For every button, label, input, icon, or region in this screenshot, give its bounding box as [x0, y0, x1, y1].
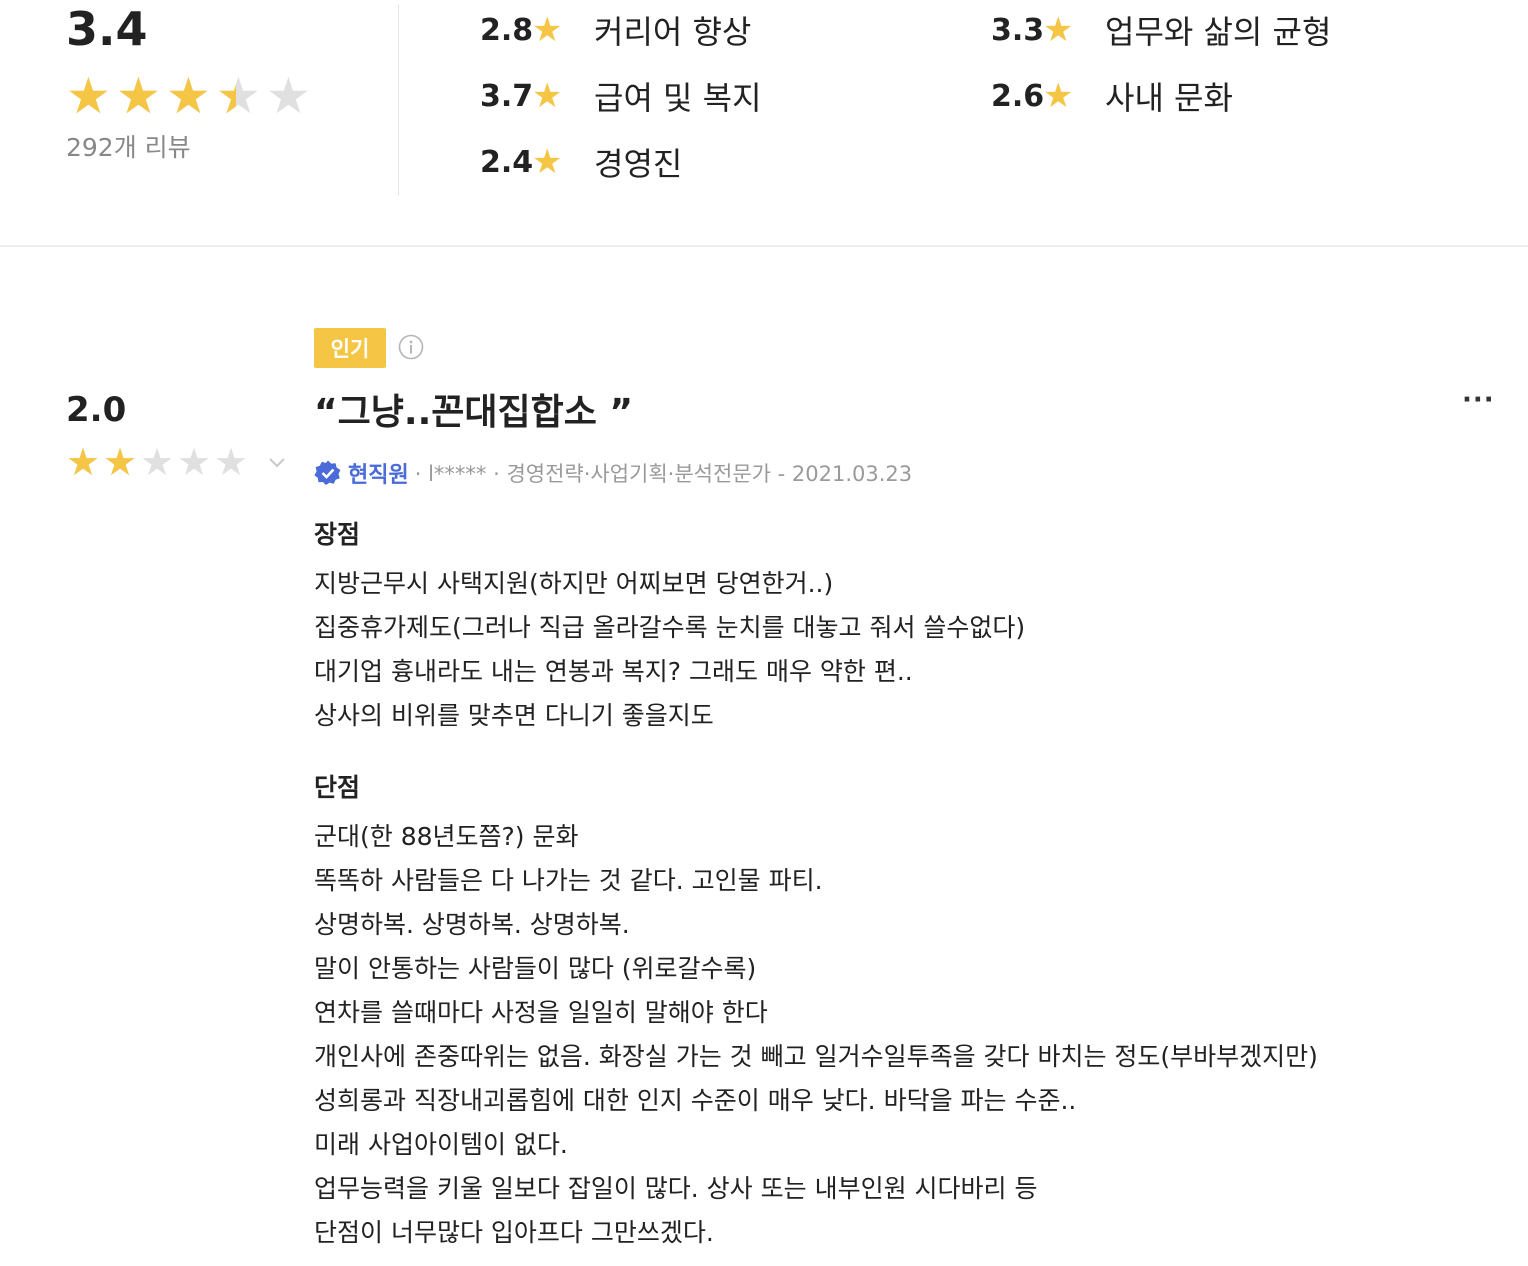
cons-line: 연차를 쓸때마다 사정을 일일히 말해야 한다	[314, 998, 768, 1027]
cons-line: 미래 사업아이템이 없다.	[314, 1130, 568, 1159]
cons-line: 군대(한 88년도쯤?) 문화	[314, 822, 579, 851]
star-icon: ★	[1043, 10, 1074, 50]
cons-title: 단점	[314, 773, 361, 802]
category-name: 급여 및 복지	[594, 79, 762, 117]
pros-line: 집중휴가제도(그러나 직급 올라갈수록 눈치를 대놓고 줘서 쓸수없다)	[314, 613, 1026, 642]
category-name: 사내 문화	[1105, 79, 1233, 117]
overall-score: 3.4	[66, 2, 148, 56]
category-score: 2.4	[480, 144, 534, 180]
more-options-icon[interactable]: ···	[1462, 385, 1502, 415]
cons-line: 개인사에 존중따위는 없음. 화장실 가는 것 빼고 일거수일투족을 갖다 바치…	[314, 1042, 1318, 1071]
employee-status: 현직원	[348, 463, 409, 488]
cons-line: 업무능력을 키울 일보다 잡일이 많다. 상사 또는 내부인원 시다바리 등	[314, 1174, 1038, 1203]
pros-list: 지방근무시 사택지원(하지만 어찌보면 당연한거..) 집중휴가제도(그러나 직…	[314, 562, 1025, 738]
star-icon: ★★	[116, 67, 161, 125]
star-icon: ★★	[216, 67, 261, 125]
category-rating-salary: 3.7 ★ 급여 및 복지	[480, 66, 762, 126]
review-stars: ★ ★ ★ ★ ★ ★ ★	[66, 442, 251, 482]
info-icon[interactable]	[398, 334, 424, 360]
review-title: “그냥..꼰대집합소 ”	[314, 392, 634, 433]
summary-divider	[398, 4, 399, 196]
star-icon: ★	[532, 76, 563, 116]
star-icon: ★	[266, 67, 311, 125]
pros-line: 상사의 비위를 맞추면 다니기 좋을지도	[314, 701, 714, 730]
pros-title: 장점	[314, 520, 361, 549]
star-icon: ★	[140, 440, 175, 484]
star-icon: ★	[214, 440, 249, 484]
category-score: 2.8	[480, 12, 534, 48]
review-author-meta: · l***** · 경영전략·사업기획·분석전문가 - 2021.03.23	[414, 462, 913, 486]
review-count: 292개 리뷰	[66, 133, 191, 162]
star-icon: ★	[532, 10, 563, 50]
star-icon: ★	[532, 142, 563, 182]
star-icon: ★	[177, 440, 212, 484]
rating-summary: 3.4 ★★★★★★★★★ 292개 리뷰 2.8 ★ 커리어 향상 3.3 ★…	[0, 0, 1528, 246]
category-rating-career: 2.8 ★ 커리어 향상	[480, 0, 751, 60]
cons-line: 똑똑하 사람들은 다 나가는 것 같다. 고인물 파티.	[314, 866, 823, 895]
category-score: 2.6	[991, 78, 1045, 114]
star-icon: ★★	[166, 67, 211, 125]
category-name: 경영진	[594, 145, 683, 183]
cons-line: 상명하복. 상명하복. 상명하복.	[314, 910, 630, 939]
category-score: 3.7	[480, 78, 534, 114]
review-meta: 현직원 · l***** · 경영전략·사업기획·분석전문가 - 2021.03…	[314, 457, 912, 489]
pros-line: 대기업 흉내라도 내는 연봉과 복지? 그래도 매우 약한 편..	[314, 657, 913, 686]
review-score: 2.0	[66, 390, 127, 430]
cons-list: 군대(한 88년도쯤?) 문화 똑똑하 사람들은 다 나가는 것 같다. 고인물…	[314, 815, 1318, 1255]
popular-badge: 인기	[314, 328, 386, 368]
category-name: 업무와 삶의 균형	[1105, 13, 1332, 51]
category-rating-culture: 2.6 ★ 사내 문화	[991, 66, 1233, 126]
pros-line: 지방근무시 사택지원(하지만 어찌보면 당연한거..)	[314, 569, 834, 598]
category-rating-work-life: 3.3 ★ 업무와 삶의 균형	[991, 0, 1331, 60]
star-icon: ★	[1043, 76, 1074, 116]
star-icon: ★★	[66, 67, 111, 125]
category-score: 3.3	[991, 12, 1045, 48]
star-icon: ★★	[66, 440, 101, 484]
verified-badge-icon	[314, 460, 341, 485]
category-rating-management: 2.4 ★ 경영진	[480, 132, 682, 192]
star-icon: ★★	[103, 440, 138, 484]
review-star-rating[interactable]: ★ ★ ★ ★ ★ ★ ★	[66, 442, 287, 482]
category-name: 커리어 향상	[594, 13, 752, 51]
overall-star-rating: ★★★★★★★★★	[66, 70, 316, 122]
cons-line: 성희롱과 직장내괴롭힘에 대한 인지 수준이 매우 낮다. 바닥을 파는 수준.…	[314, 1086, 1077, 1115]
cons-line: 말이 안통하는 사람들이 많다 (위로갈수록)	[314, 954, 757, 983]
review-card: 인기 2.0 ★ ★ ★ ★ ★ ★ ★ “그냥..꼰대집합소 ” ··· 현직원 · l*…	[0, 247, 1528, 1266]
chevron-down-icon[interactable]	[267, 452, 287, 472]
cons-line: 단점이 너무많다 입아프다 그만쓰겠다.	[314, 1218, 714, 1247]
